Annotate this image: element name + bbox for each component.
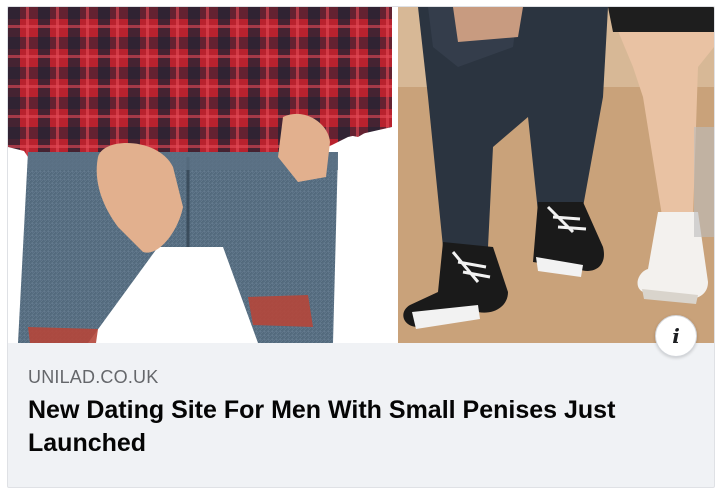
article-headline[interactable]: New Dating Site For Men With Small Penis… xyxy=(28,394,668,460)
link-preview-card[interactable]: UNILAD.CO.UK New Dating Site For Men Wit… xyxy=(7,6,715,488)
right-photo-art xyxy=(398,7,714,343)
source-domain: UNILAD.CO.UK xyxy=(28,367,159,387)
preview-image[interactable] xyxy=(8,7,714,343)
info-icon: i xyxy=(672,324,680,348)
left-photo xyxy=(8,7,392,343)
right-photo xyxy=(398,7,714,343)
left-photo-art xyxy=(8,7,392,343)
link-caption[interactable]: UNILAD.CO.UK New Dating Site For Men Wit… xyxy=(28,367,668,460)
info-button[interactable]: i xyxy=(655,315,697,357)
